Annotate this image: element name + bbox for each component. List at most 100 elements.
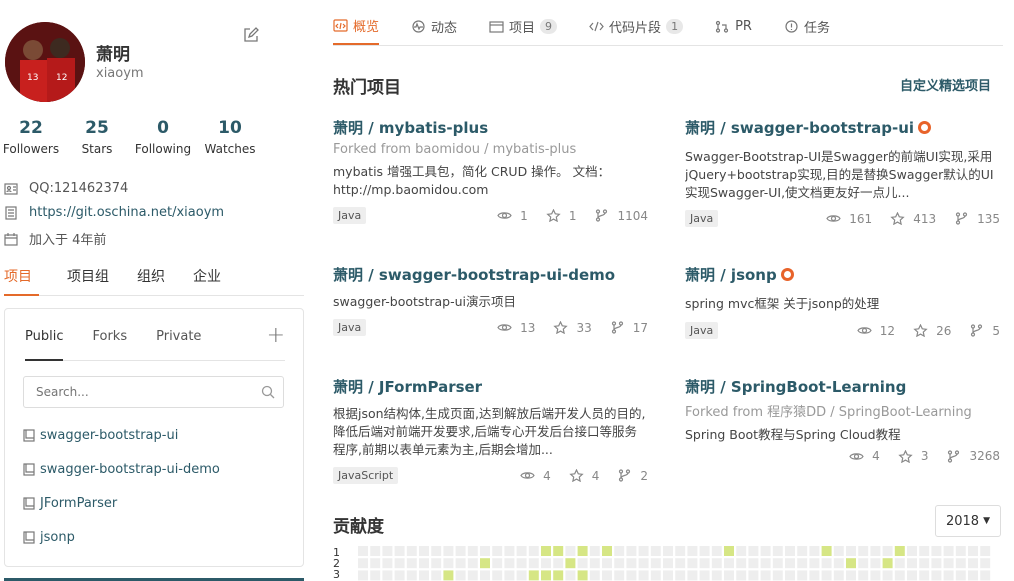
customize-link[interactable]: 自定义精选项目 (900, 75, 991, 94)
stat-followers[interactable]: 22 Followers (0, 118, 66, 156)
heatmap-cell[interactable] (602, 570, 612, 581)
repo-tab-public[interactable]: Public (25, 327, 64, 361)
heatmap-cell[interactable] (943, 570, 954, 581)
heatmap-cell[interactable] (955, 546, 966, 556)
heatmap-cell[interactable] (382, 558, 393, 569)
heatmap-cell[interactable] (663, 546, 673, 556)
heatmap-cell[interactable] (955, 558, 966, 569)
heatmap-cell[interactable] (675, 570, 686, 581)
tab-snippets[interactable]: 代码片段 1 (589, 8, 684, 45)
heatmap-cell[interactable] (650, 546, 661, 556)
heatmap-cell[interactable] (443, 546, 454, 556)
repo-list-item[interactable]: swagger-bootstrap-ui (23, 428, 178, 443)
profile-url[interactable]: https://git.oschina.net/xiaoym (4, 205, 224, 220)
heatmap-cell[interactable] (748, 546, 759, 556)
side-tab-enterprise[interactable]: 企业 (193, 256, 221, 296)
heatmap-cell[interactable] (565, 558, 576, 569)
heatmap-cell[interactable] (833, 558, 844, 569)
stat-following[interactable]: 0 Following (128, 118, 198, 156)
heatmap-cell[interactable] (724, 570, 734, 581)
language-badge[interactable]: Java (685, 210, 719, 227)
heatmap-cell[interactable] (541, 558, 551, 569)
heatmap-cell[interactable] (931, 546, 942, 556)
project-title[interactable]: 萧明 / SpringBoot-Learning (685, 376, 1000, 397)
heatmap-cell[interactable] (358, 570, 368, 581)
heatmap-cell[interactable] (663, 558, 673, 569)
heatmap-cell[interactable] (687, 558, 698, 569)
project-title[interactable]: 萧明 / mybatis-plus (333, 117, 648, 138)
heatmap-cell[interactable] (919, 558, 930, 569)
repo-tab-forks[interactable]: Forks (92, 327, 127, 360)
repo-list-item[interactable]: jsonp (23, 530, 75, 545)
heatmap-cell[interactable] (919, 570, 930, 581)
year-select[interactable]: 2018 ▼ (935, 505, 1001, 537)
heatmap-cell[interactable] (358, 546, 368, 556)
heatmap-cell[interactable] (858, 546, 869, 556)
heatmap-cell[interactable] (394, 546, 405, 556)
heatmap-cell[interactable] (589, 546, 600, 556)
heatmap-cell[interactable] (943, 546, 954, 556)
heatmap-cell[interactable] (455, 546, 466, 556)
heatmap-cell[interactable] (577, 546, 588, 556)
avatar[interactable]: 13 12 (5, 22, 85, 102)
heatmap-cell[interactable] (406, 546, 417, 556)
heatmap-cell[interactable] (809, 570, 820, 581)
heatmap-cell[interactable] (687, 570, 698, 581)
edit-icon[interactable] (242, 26, 260, 44)
heatmap-cell[interactable] (833, 570, 844, 581)
heatmap-cell[interactable] (968, 570, 978, 581)
heatmap-cell[interactable] (980, 546, 991, 556)
heatmap-cell[interactable] (589, 570, 600, 581)
heatmap-cell[interactable] (480, 558, 490, 569)
heatmap-cell[interactable] (431, 570, 442, 581)
heatmap-cell[interactable] (687, 546, 698, 556)
heatmap-cell[interactable] (504, 546, 515, 556)
project-title[interactable]: 萧明 / swagger-bootstrap-ui (685, 117, 1000, 138)
heatmap-cell[interactable] (406, 558, 417, 569)
heatmap-cell[interactable] (821, 546, 832, 556)
tab-activity[interactable]: 动态 (411, 8, 457, 45)
heatmap-cell[interactable] (528, 558, 539, 569)
heatmap-cell[interactable] (370, 546, 381, 556)
language-badge[interactable]: JavaScript (333, 467, 399, 484)
heatmap-cell[interactable] (846, 570, 856, 581)
heatmap-cell[interactable] (663, 570, 673, 581)
heatmap-cell[interactable] (419, 546, 429, 556)
heatmap-cell[interactable] (382, 546, 393, 556)
heatmap-cell[interactable] (699, 546, 710, 556)
language-badge[interactable]: Java (333, 207, 367, 224)
project-title[interactable]: 萧明 / jsonp (685, 264, 1000, 285)
heatmap-cell[interactable] (541, 570, 551, 581)
heatmap-cell[interactable] (858, 570, 869, 581)
heatmap-cell[interactable] (699, 570, 710, 581)
heatmap-cell[interactable] (736, 546, 747, 556)
heatmap-cell[interactable] (846, 546, 856, 556)
language-badge[interactable]: Java (685, 322, 719, 339)
heatmap-cell[interactable] (943, 558, 954, 569)
heatmap-cell[interactable] (748, 558, 759, 569)
heatmap-cell[interactable] (626, 546, 637, 556)
heatmap-cell[interactable] (528, 570, 539, 581)
heatmap-cell[interactable] (504, 570, 515, 581)
heatmap-cell[interactable] (821, 558, 832, 569)
tab-pr[interactable]: PR (715, 8, 752, 45)
heatmap-cell[interactable] (772, 546, 783, 556)
heatmap-cell[interactable] (528, 546, 539, 556)
heatmap-cell[interactable] (772, 558, 783, 569)
heatmap-cell[interactable] (809, 558, 820, 569)
heatmap-cell[interactable] (650, 570, 661, 581)
heatmap-cell[interactable] (455, 570, 466, 581)
heatmap-cell[interactable] (907, 558, 917, 569)
add-repo-button[interactable]: + (267, 323, 285, 348)
heatmap-cell[interactable] (833, 546, 844, 556)
heatmap-cell[interactable] (785, 558, 795, 569)
heatmap-cell[interactable] (553, 558, 564, 569)
heatmap-cell[interactable] (711, 558, 722, 569)
heatmap-cell[interactable] (406, 570, 417, 581)
tab-projects[interactable]: 项目 9 (489, 8, 558, 45)
heatmap-cell[interactable] (419, 570, 429, 581)
heatmap-cell[interactable] (565, 570, 576, 581)
heatmap-cell[interactable] (870, 558, 881, 569)
heatmap-cell[interactable] (785, 570, 795, 581)
heatmap-cell[interactable] (516, 570, 527, 581)
